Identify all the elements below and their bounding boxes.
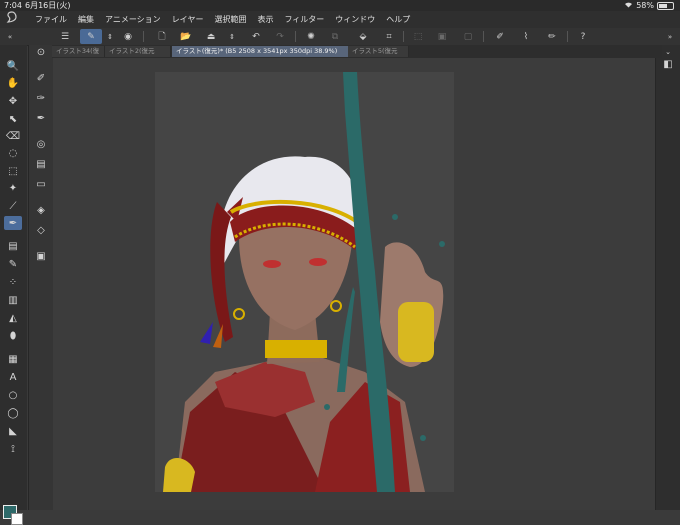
status-time: 7:04 — [4, 1, 22, 10]
text-icon[interactable]: A — [4, 370, 22, 384]
crop-icon[interactable]: ⌗ — [381, 29, 397, 44]
hand-icon[interactable]: ✋ — [4, 76, 22, 90]
sub-tool-pen-b-icon[interactable]: ✑ — [32, 91, 50, 105]
menu-window[interactable]: ウィンドウ — [335, 11, 375, 28]
separator — [143, 31, 144, 42]
correction-icon[interactable]: ⟟ — [4, 442, 22, 456]
battery-level — [659, 3, 667, 8]
undo-icon[interactable]: ↶ — [248, 29, 264, 44]
layer-icon[interactable]: ◇ — [32, 223, 50, 237]
status-right: 58% — [624, 0, 674, 11]
reference-icon[interactable]: ◉ — [120, 29, 136, 44]
tab-document-4[interactable]: イラスト5(復元 — [348, 46, 409, 57]
brush-settings-arrows-icon[interactable]: ⇕ — [102, 29, 118, 44]
transform-icon[interactable]: ⬚ — [410, 29, 426, 44]
magic-wand-icon[interactable]: ✦ — [4, 181, 22, 195]
status-date: 6月16日(火) — [25, 1, 71, 10]
menu-view[interactable]: 表示 — [257, 11, 273, 28]
ruler-icon[interactable]: ◣ — [4, 424, 22, 438]
separator — [483, 31, 484, 42]
figure-icon[interactable]: ⬮ — [4, 329, 22, 343]
layer-panel-icon[interactable]: ◧ — [659, 57, 677, 71]
layer-property-icon[interactable]: ◈ — [32, 203, 50, 217]
battery-icon — [657, 1, 674, 10]
fill-bucket-icon[interactable]: ◭ — [4, 311, 22, 325]
panel-collapse-left-icon[interactable]: « — [2, 29, 18, 44]
menu-filter[interactable]: フィルター — [284, 11, 324, 28]
menu-edit[interactable]: 編集 — [78, 11, 94, 28]
document-tab-bar: イラスト34(復 イラスト2(復元 イラスト(復元)* (B5 2508 x 3… — [52, 45, 662, 58]
color-wheel-icon[interactable]: ◎ — [32, 137, 50, 151]
tab-label: イラスト(復元)* (B5 2508 x 3541px 350dpi 38.9%… — [176, 47, 338, 55]
rotate-icon[interactable]: ▢ — [460, 29, 476, 44]
brush-tool-icon[interactable]: ▤ — [4, 239, 22, 253]
tab-label: イラスト34(復 — [56, 47, 100, 55]
brush-icon[interactable]: ⌇ — [518, 29, 534, 44]
pencil-icon[interactable]: ✏ — [544, 29, 560, 44]
tool-panel: 🔍 ✋ ✥ ⬉ ⌫ ◌ ⬚ ✦ ⟋ ✒ ▤ ✎ ⁘ ▥ ◭ ⬮ ▦ A ○ ◯ … — [0, 45, 27, 525]
menu-help[interactable]: ヘルプ — [386, 11, 410, 28]
circle-icon[interactable]: ○ — [4, 388, 22, 402]
pen-icon[interactable]: ✐ — [492, 29, 508, 44]
open-file-icon[interactable]: 📂 — [178, 29, 194, 44]
menu-selection[interactable]: 選択範囲 — [214, 11, 246, 28]
brush-settings-icon[interactable]: ✎ — [80, 29, 102, 44]
color-slider-icon[interactable]: ▭ — [32, 177, 50, 191]
tab-document-2[interactable]: イラスト2(復元 — [105, 46, 171, 57]
menu-icon[interactable]: ☰ — [57, 29, 73, 44]
new-file-icon[interactable]: 🗋 — [154, 29, 170, 44]
menu-bar: ファイル 編集 アニメーション レイヤー 選択範囲 表示 フィルター ウィンドウ… — [0, 11, 680, 28]
pen-tool-icon[interactable]: ✒ — [4, 216, 22, 230]
wifi-icon — [624, 0, 633, 11]
tab-document-active[interactable]: イラスト(復元)* (B5 2508 x 3541px 350dpi 38.9%… — [172, 46, 351, 57]
tab-label: イラスト2(復元 — [109, 47, 155, 55]
sub-tool-pen-c-icon[interactable]: ✒ — [32, 111, 50, 125]
zoom-icon[interactable]: 🔍 — [4, 59, 22, 73]
airbrush-icon[interactable]: ⁘ — [4, 275, 22, 289]
sub-color-swatch[interactable] — [11, 513, 23, 525]
navigator-icon[interactable]: ▣ — [32, 249, 50, 263]
app-logo-icon[interactable] — [4, 11, 20, 29]
ios-status-bar: 7:04 6月16日(火) 58% — [0, 0, 680, 11]
sub-tool-panel: ⊙ ✐ ✑ ✒ ◎ ▤ ▭ ◈ ◇ ▣ — [28, 45, 54, 510]
select-icon[interactable]: ⬚ — [4, 164, 22, 178]
separator — [567, 31, 568, 42]
lasso-icon[interactable]: ◌ — [4, 146, 22, 160]
menu-layer[interactable]: レイヤー — [172, 11, 204, 28]
right-panel: ⌄ ◧ — [655, 45, 680, 510]
speech-bubble-icon[interactable]: ◯ — [4, 406, 22, 420]
sub-tool-pen-a-icon[interactable]: ✐ — [32, 71, 50, 85]
separator — [295, 31, 296, 42]
panel-collapse-right-icon[interactable]: » — [662, 29, 678, 44]
gradient-icon[interactable]: ▥ — [4, 293, 22, 307]
menu-animation[interactable]: アニメーション — [105, 11, 161, 28]
pencil-tool-icon[interactable]: ✎ — [4, 257, 22, 271]
save-icon[interactable]: ⏏ — [203, 29, 219, 44]
sub-tool-settings-icon[interactable]: ⊙ — [32, 45, 50, 59]
fill-icon[interactable]: ⬙ — [355, 29, 371, 44]
drawing-canvas[interactable] — [155, 72, 454, 492]
flip-icon[interactable]: ▣ — [434, 29, 450, 44]
redo-icon[interactable]: ↷ — [272, 29, 288, 44]
eyedropper-icon[interactable]: ⟋ — [4, 199, 22, 213]
battery-percent: 58% — [636, 1, 654, 10]
loading-icon[interactable]: ✺ — [303, 29, 319, 44]
separator — [403, 31, 404, 42]
illustration — [163, 72, 445, 492]
command-bar: « ☰ ✎ ⇕ ◉ 🗋 📂 ⏏ ⇕ ↶ ↷ ✺ ⧉ ⬙ ⌗ ⬚ ▣ ▢ ✐ ⌇ … — [0, 28, 680, 46]
move-icon[interactable]: ✥ — [4, 94, 22, 108]
color-set-icon[interactable]: ▤ — [32, 157, 50, 171]
frame-icon[interactable]: ▦ — [4, 352, 22, 366]
copy-icon[interactable]: ⧉ — [327, 29, 343, 44]
tab-document-1[interactable]: イラスト34(復 — [52, 46, 105, 57]
menu-file[interactable]: ファイル — [35, 11, 67, 28]
tab-label: イラスト5(復元 — [352, 47, 398, 55]
operation-icon[interactable]: ⬉ — [4, 112, 22, 126]
save-arrows-icon[interactable]: ⇕ — [224, 29, 240, 44]
eraser-icon[interactable]: ⌫ — [4, 129, 22, 143]
help-icon[interactable]: ? — [575, 29, 591, 44]
